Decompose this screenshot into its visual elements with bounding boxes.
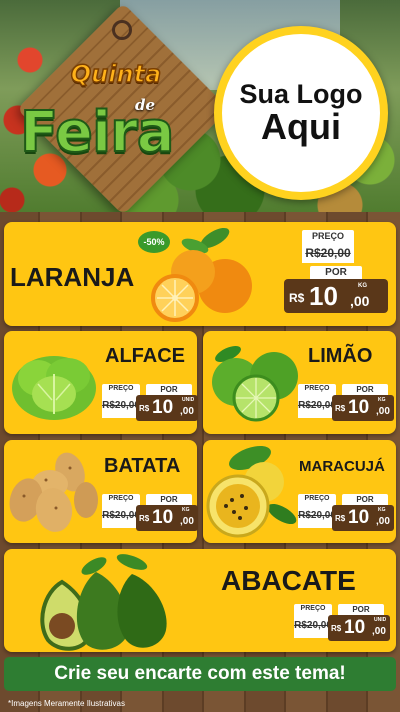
sign-hanger-icon: [112, 20, 132, 40]
price-decimal: ,00: [180, 406, 194, 417]
new-price-label: POR: [310, 266, 362, 279]
old-price: R$20,00: [294, 614, 332, 638]
price-tag: PREÇO R$20,00 POR R$ 10 KG ,00: [298, 494, 394, 540]
old-price-label: PREÇO: [298, 494, 336, 504]
price-unit: UNID: [374, 617, 387, 623]
old-price-label: PREÇO: [102, 494, 140, 504]
old-price-label: PREÇO: [102, 384, 140, 394]
new-price-label: POR: [338, 604, 384, 615]
product-name: BATATA: [104, 455, 181, 477]
new-price: R$ 10 KG ,00: [332, 505, 394, 531]
new-price-label: POR: [146, 384, 192, 395]
disclaimer-text: *Imagens Meramente Ilustrativas: [8, 699, 125, 708]
price-decimal: ,00: [376, 516, 390, 527]
price-integer: 10: [344, 617, 366, 638]
price-unit: KG: [358, 283, 367, 289]
new-price: R$ 10 UNID ,00: [136, 395, 198, 421]
featured-price-tag: PREÇO R$20,00 POR R$ 10 KG ,00: [284, 230, 388, 318]
product-name: ABACATE: [221, 565, 356, 596]
price-tag: PREÇO R$20,00 POR R$ 10 UNID ,00: [102, 384, 198, 430]
price-unit: KG: [378, 397, 386, 403]
price-decimal: ,00: [372, 626, 386, 637]
logo-placeholder[interactable]: Sua Logo Aqui: [214, 26, 388, 200]
old-price: R$20,00: [302, 243, 354, 263]
currency: R$: [335, 404, 346, 413]
lime-image: [212, 345, 298, 422]
potato-image: [9, 452, 98, 532]
price-tag: PREÇO R$20,00 POR R$ 10 KG ,00: [102, 494, 198, 540]
old-price: R$20,00: [102, 394, 140, 418]
currency: R$: [331, 624, 342, 633]
logo-text-line2: Aqui: [261, 106, 341, 148]
price-integer: 10: [152, 397, 174, 418]
old-price-label: PREÇO: [294, 604, 332, 614]
currency: R$: [139, 404, 150, 413]
passion-fruit-image: [206, 445, 297, 538]
price-integer: 10: [152, 507, 174, 528]
price-tag: PREÇO R$20,00 POR R$ 10 UNID ,00: [294, 604, 390, 650]
price-integer: 10: [309, 281, 338, 311]
title-quinta: Quinta: [70, 59, 162, 89]
product-name: MARACUJÁ: [299, 458, 385, 475]
price-unit: KG: [182, 507, 190, 513]
product-name: LIMÃO: [308, 345, 373, 367]
price-integer: 10: [348, 397, 370, 418]
product-name: ALFACE: [105, 345, 185, 367]
title-feira: Feira: [19, 99, 176, 166]
old-price: R$20,00: [298, 504, 336, 528]
new-price-label: POR: [146, 494, 192, 505]
price-integer: 10: [348, 507, 370, 528]
new-price: R$ 10 KG ,00: [284, 279, 388, 313]
price-decimal: ,00: [180, 516, 194, 527]
avocado-image: [40, 554, 167, 651]
new-price-label: POR: [342, 494, 388, 505]
price-decimal: ,00: [350, 293, 370, 309]
price-unit: KG: [378, 507, 386, 513]
new-price: R$ 10 KG ,00: [332, 395, 394, 421]
price-unit: UNID: [182, 397, 195, 403]
new-price: R$ 10 KG ,00: [136, 505, 198, 531]
old-price: R$20,00: [102, 504, 140, 528]
old-price-label: PREÇO: [298, 384, 336, 394]
orange-image: [151, 227, 252, 322]
new-price: R$ 10 UNID ,00: [328, 615, 390, 641]
lettuce-image: [12, 356, 96, 420]
logo-text-line1: Sua Logo: [239, 78, 363, 109]
product-name: LARANJA: [10, 262, 135, 292]
currency: R$: [335, 514, 346, 523]
new-price-label: POR: [342, 384, 388, 395]
old-price: R$20,00: [298, 394, 336, 418]
price-tag: PREÇO R$20,00 POR R$ 10 KG ,00: [298, 384, 394, 430]
old-price-label: PREÇO: [302, 230, 354, 243]
currency: R$: [139, 514, 150, 523]
cta-banner[interactable]: Crie seu encarte com este tema!: [4, 657, 396, 691]
price-decimal: ,00: [376, 406, 390, 417]
currency: R$: [289, 291, 305, 305]
